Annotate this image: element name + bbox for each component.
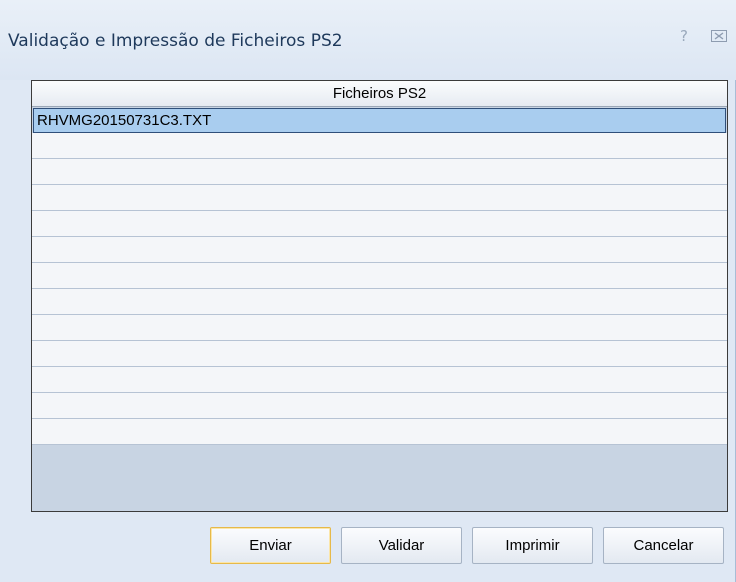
table-row[interactable] [32,367,727,393]
table-row[interactable] [32,341,727,367]
print-button[interactable]: Imprimir [472,527,593,564]
column-header-label: Ficheiros PS2 [332,85,427,102]
table-row[interactable] [32,185,727,211]
title-bar[interactable]: Validação e Impressão de Ficheiros PS2 ? [0,0,736,80]
table-row[interactable] [32,263,727,289]
validate-button[interactable]: Validar [341,527,462,564]
close-icon[interactable] [710,27,728,45]
table-row[interactable] [32,393,727,419]
table-row[interactable] [32,211,727,237]
grid-rows: RHVMG20150731C3.TXT [32,107,727,445]
table-row[interactable] [32,315,727,341]
dialog-window: Validação e Impressão de Ficheiros PS2 ?… [0,0,736,582]
column-header-ficheiros[interactable]: Ficheiros PS2 [32,81,727,107]
table-row[interactable] [32,289,727,315]
cancel-button[interactable]: Cancelar [603,527,724,564]
table-row[interactable] [32,133,727,159]
files-grid[interactable]: Ficheiros PS2 RHVMG20150731C3.TXT [31,80,728,512]
table-row[interactable] [32,419,727,445]
window-title: Validação e Impressão de Ficheiros PS2 [8,31,343,51]
help-icon[interactable]: ? [680,27,688,45]
send-button[interactable]: Enviar [210,527,331,564]
table-row[interactable] [32,159,727,185]
table-row[interactable]: RHVMG20150731C3.TXT [33,108,726,133]
table-row[interactable] [32,237,727,263]
